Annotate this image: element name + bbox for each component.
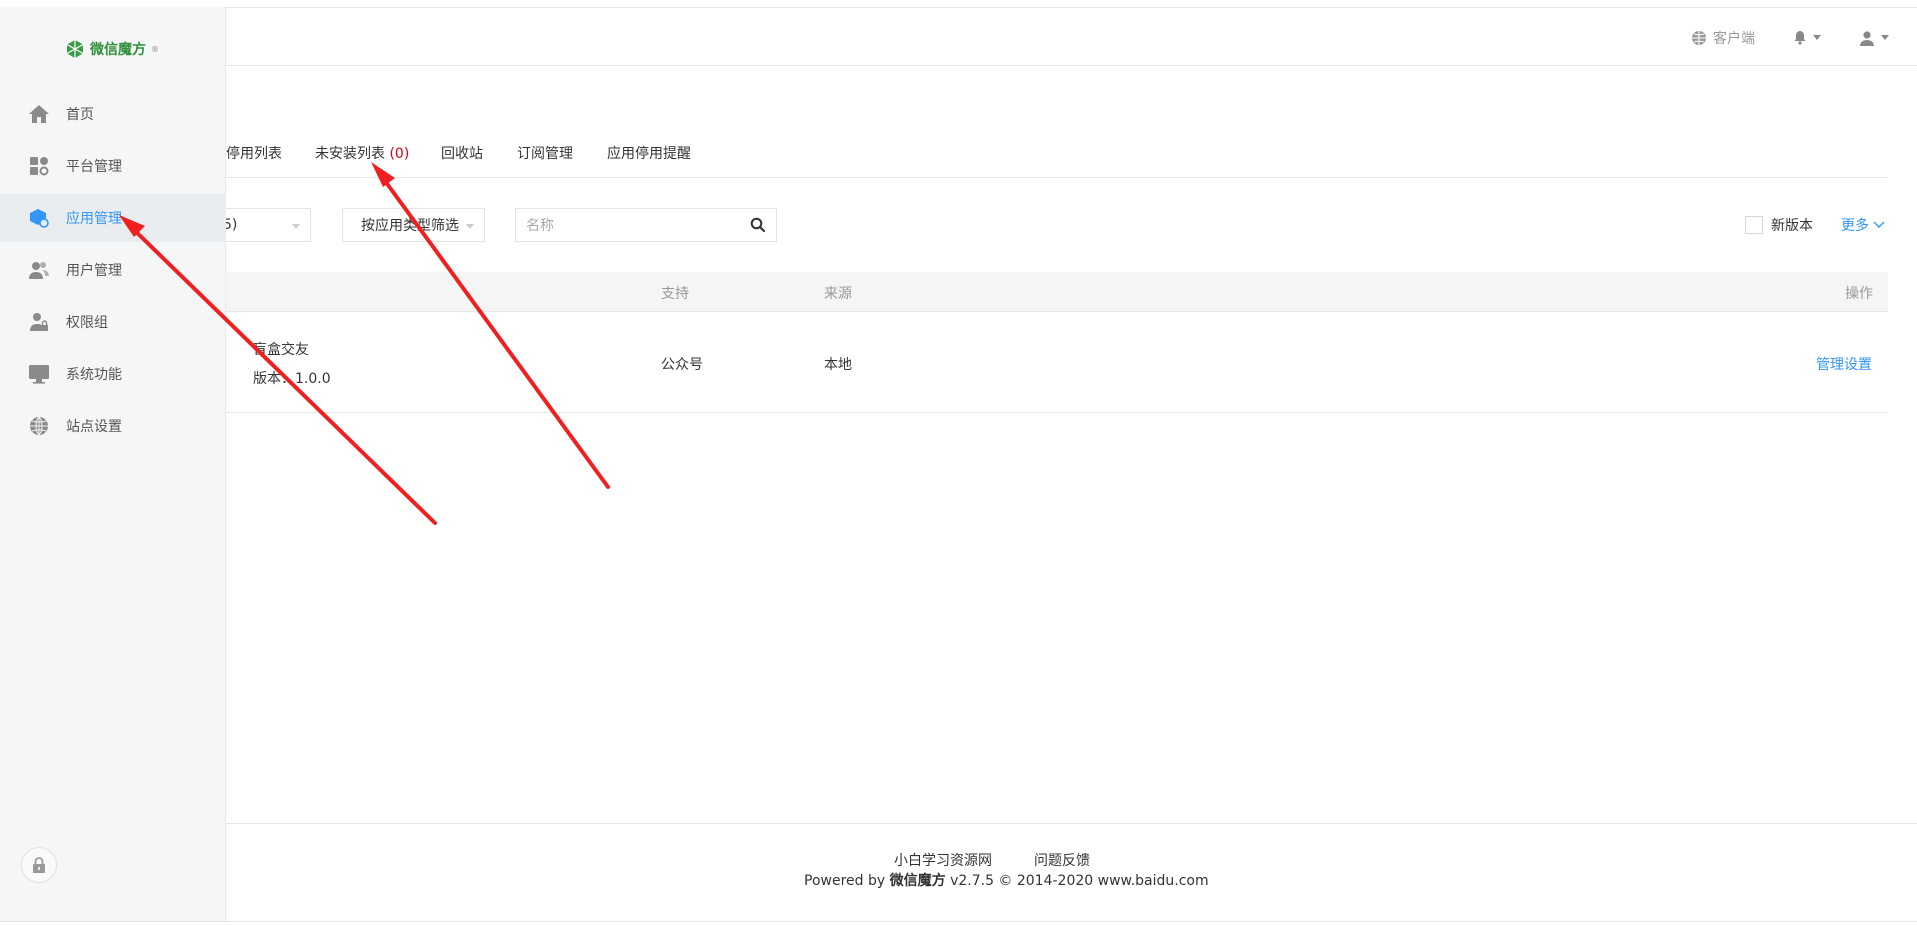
globe-icon — [1692, 30, 1706, 45]
notification-menu[interactable] — [1793, 30, 1821, 45]
lock-icon — [33, 857, 45, 873]
table-header: 支持 来源 操作 — [0, 272, 1888, 312]
type-filter-select[interactable]: 按应用类型筛选 — [342, 208, 485, 242]
sidebar-item-platform[interactable]: 平台管理 — [0, 142, 226, 190]
sidebar-item-users[interactable]: 用户管理 — [0, 246, 226, 294]
home-icon — [28, 103, 50, 125]
client-label: 客户端 — [1713, 30, 1755, 47]
header-support: 支持 — [661, 286, 689, 302]
app-icon — [28, 207, 50, 229]
manage-settings-link[interactable]: 管理设置 — [1816, 354, 1872, 374]
footer-link-feedback[interactable]: 问题反馈 — [1034, 850, 1090, 870]
tab-subscription[interactable]: 订阅管理 — [517, 143, 573, 163]
footer-link-resources[interactable]: 小白学习资源网 — [894, 850, 992, 870]
chevron-down-icon — [1813, 35, 1821, 40]
sidebar-item-label: 系统功能 — [66, 367, 122, 383]
search-icon[interactable] — [750, 217, 766, 233]
chevron-down-icon — [1873, 221, 1885, 228]
sidebar-item-system[interactable]: 系统功能 — [0, 350, 226, 398]
sidebar-item-label: 平台管理 — [66, 159, 122, 175]
logo[interactable]: 微信魔方 ® — [65, 39, 159, 59]
users-icon — [28, 259, 50, 281]
sidebar-item-apps[interactable]: 应用管理 — [0, 194, 226, 242]
main-area: 客户端 停用列表 未安装列表 (0) 回收站 订阅管理 应用停用提醒 5) 按应… — [0, 0, 1917, 926]
sidebar-item-label: 首页 — [66, 107, 94, 123]
globe-icon — [28, 415, 50, 437]
powered-brand: 微信魔方 — [889, 873, 946, 889]
tab-recycle-bin[interactable]: 回收站 — [441, 143, 483, 163]
monitor-icon — [28, 363, 50, 385]
app-tabs: 停用列表 未安装列表 (0) 回收站 订阅管理 应用停用提醒 — [0, 130, 1888, 178]
user-icon — [1860, 30, 1874, 46]
powered-by: Powered by 微信魔方 v2.7.5 © 2014-2020 www.b… — [804, 870, 1209, 890]
tab-label: 未安装列表 — [315, 146, 385, 162]
tab-disable-reminder[interactable]: 应用停用提醒 — [607, 143, 691, 163]
sidebar-item-label: 应用管理 — [66, 211, 122, 227]
bottom-divider — [0, 921, 1917, 922]
sidebar-item-site-settings[interactable]: 站点设置 — [0, 402, 226, 450]
new-version-checkbox[interactable] — [1745, 216, 1763, 234]
header-source: 来源 — [824, 286, 852, 302]
app-source: 本地 — [824, 357, 852, 373]
type-filter-value: 按应用类型筛选 — [361, 218, 459, 234]
user-menu[interactable] — [1859, 30, 1889, 46]
bell-icon — [1794, 31, 1806, 45]
powered-suffix: v2.7.5 © 2014-2020 www.baidu.com — [950, 873, 1209, 889]
more-button[interactable]: 更多 — [1841, 215, 1885, 235]
filter-bar: 5) 按应用类型筛选 新版本 更多 — [0, 208, 1917, 242]
sidebar: 微信魔方 ® 首页 平台管理 应用管理 用户管理 权限组 系统功能 站点设置 — [0, 7, 226, 921]
tab-not-installed[interactable]: 未安装列表 (0) — [315, 143, 409, 163]
new-version-filter[interactable]: 新版本 — [1745, 215, 1813, 235]
sidebar-item-permissions[interactable]: 权限组 — [0, 298, 226, 346]
table-row: 盲盒交友 版本：1.0.0 公众号 本地 管理设置 — [0, 313, 1888, 413]
cube-logo-icon — [66, 40, 84, 58]
top-bar: 客户端 — [0, 7, 1917, 66]
new-version-label: 新版本 — [1771, 218, 1813, 234]
sidebar-item-label: 用户管理 — [66, 263, 122, 279]
registered-mark-icon: ® — [151, 44, 159, 54]
tab-count: (0) — [389, 146, 410, 162]
user-lock-icon — [28, 311, 50, 333]
sidebar-item-label: 站点设置 — [66, 419, 122, 435]
platform-icon — [28, 155, 50, 177]
app-name: 盲盒交友 — [253, 342, 309, 358]
search-input[interactable] — [526, 215, 736, 237]
more-label: 更多 — [1841, 218, 1869, 234]
chevron-down-icon — [292, 224, 300, 229]
header-action: 操作 — [1845, 286, 1873, 302]
tab-disabled-list[interactable]: 停用列表 — [226, 143, 282, 163]
powered-prefix: Powered by — [804, 873, 886, 889]
lock-button[interactable] — [21, 847, 57, 883]
sidebar-item-home[interactable]: 首页 — [0, 90, 226, 138]
logo-text: 微信魔方 — [90, 42, 146, 58]
sidebar-item-label: 权限组 — [66, 315, 108, 331]
app-support: 公众号 — [661, 357, 703, 373]
app-version: 版本：1.0.0 — [253, 371, 331, 387]
search-box — [515, 208, 777, 242]
client-link[interactable]: 客户端 — [1691, 28, 1755, 48]
chevron-down-icon — [1881, 35, 1889, 40]
footer: 小白学习资源网 问题反馈 Powered by 微信魔方 v2.7.5 © 20… — [0, 823, 1917, 926]
chevron-down-icon — [466, 224, 474, 229]
